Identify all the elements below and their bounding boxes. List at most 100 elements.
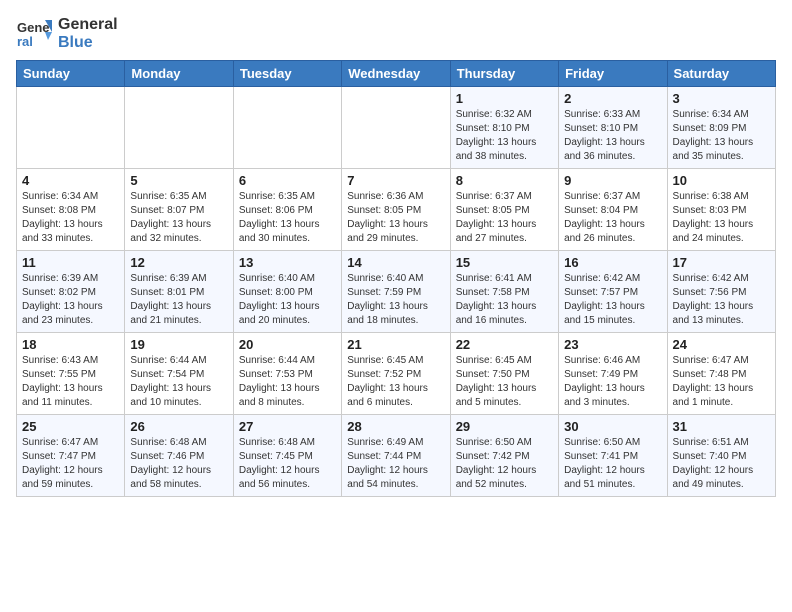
logo-text-general: General (58, 16, 118, 33)
calendar-cell (233, 87, 341, 169)
day-number: 1 (456, 91, 553, 106)
day-number: 14 (347, 255, 444, 270)
day-number: 15 (456, 255, 553, 270)
calendar-cell: 12 Sunrise: 6:39 AM Sunset: 8:01 PM Dayli… (125, 251, 233, 333)
day-number: 13 (239, 255, 336, 270)
day-info: Sunrise: 6:35 AM Sunset: 8:06 PM Dayligh… (239, 190, 336, 246)
day-info: Sunrise: 6:37 AM Sunset: 8:05 PM Dayligh… (456, 190, 553, 246)
day-info: Sunrise: 6:48 AM Sunset: 7:46 PM Dayligh… (130, 436, 227, 492)
day-number: 11 (22, 255, 119, 270)
svg-text:Gene: Gene (17, 20, 50, 35)
day-info: Sunrise: 6:48 AM Sunset: 7:45 PM Dayligh… (239, 436, 336, 492)
logo-svg: Gene ral (16, 16, 52, 52)
days-header-row: SundayMondayTuesdayWednesdayThursdayFrid… (17, 61, 776, 87)
week-row-3: 11 Sunrise: 6:39 AM Sunset: 8:02 PM Dayli… (17, 251, 776, 333)
day-number: 29 (456, 419, 553, 434)
calendar-cell: 20 Sunrise: 6:44 AM Sunset: 7:53 PM Dayli… (233, 333, 341, 415)
day-info: Sunrise: 6:45 AM Sunset: 7:50 PM Dayligh… (456, 354, 553, 410)
day-number: 6 (239, 173, 336, 188)
calendar-cell: 27 Sunrise: 6:48 AM Sunset: 7:45 PM Dayli… (233, 415, 341, 497)
calendar-cell: 4Sunrise: 6:34 AM Sunset: 8:08 PM Daylig… (17, 169, 125, 251)
day-number: 31 (673, 419, 770, 434)
calendar-cell (17, 87, 125, 169)
calendar-cell (342, 87, 450, 169)
day-number: 2 (564, 91, 661, 106)
day-info: Sunrise: 6:50 AM Sunset: 7:42 PM Dayligh… (456, 436, 553, 492)
day-number: 21 (347, 337, 444, 352)
day-number: 22 (456, 337, 553, 352)
day-header-wednesday: Wednesday (342, 61, 450, 87)
logo-text-blue: Blue (58, 34, 93, 51)
day-info: Sunrise: 6:47 AM Sunset: 7:48 PM Dayligh… (673, 354, 770, 410)
calendar-cell: 19 Sunrise: 6:44 AM Sunset: 7:54 PM Dayli… (125, 333, 233, 415)
day-info: Sunrise: 6:43 AM Sunset: 7:55 PM Dayligh… (22, 354, 119, 410)
calendar-cell: 17 Sunrise: 6:42 AM Sunset: 7:56 PM Dayli… (667, 251, 775, 333)
calendar-cell: 31 Sunrise: 6:51 AM Sunset: 7:40 PM Dayli… (667, 415, 775, 497)
day-number: 25 (22, 419, 119, 434)
calendar-cell: 30Sunrise: 6:50 AM Sunset: 7:41 PM Dayli… (559, 415, 667, 497)
day-number: 4 (22, 173, 119, 188)
day-number: 17 (673, 255, 770, 270)
week-row-5: 25 Sunrise: 6:47 AM Sunset: 7:47 PM Dayli… (17, 415, 776, 497)
day-info: Sunrise: 6:35 AM Sunset: 8:07 PM Dayligh… (130, 190, 227, 246)
calendar-cell: 8 Sunrise: 6:37 AM Sunset: 8:05 PM Daylig… (450, 169, 558, 251)
calendar-cell: 6 Sunrise: 6:35 AM Sunset: 8:06 PM Daylig… (233, 169, 341, 251)
day-info: Sunrise: 6:39 AM Sunset: 8:02 PM Dayligh… (22, 272, 119, 328)
calendar-cell: 25 Sunrise: 6:47 AM Sunset: 7:47 PM Dayli… (17, 415, 125, 497)
calendar-cell: 3 Sunrise: 6:34 AM Sunset: 8:09 PM Daylig… (667, 87, 775, 169)
calendar-cell: 21 Sunrise: 6:45 AM Sunset: 7:52 PM Dayli… (342, 333, 450, 415)
calendar-cell: 9 Sunrise: 6:37 AM Sunset: 8:04 PM Daylig… (559, 169, 667, 251)
day-number: 9 (564, 173, 661, 188)
day-number: 7 (347, 173, 444, 188)
day-info: Sunrise: 6:49 AM Sunset: 7:44 PM Dayligh… (347, 436, 444, 492)
day-header-thursday: Thursday (450, 61, 558, 87)
calendar-cell: 29 Sunrise: 6:50 AM Sunset: 7:42 PM Dayli… (450, 415, 558, 497)
calendar-cell: 1 Sunrise: 6:32 AM Sunset: 8:10 PM Daylig… (450, 87, 558, 169)
day-info: Sunrise: 6:40 AM Sunset: 7:59 PM Dayligh… (347, 272, 444, 328)
day-info: Sunrise: 6:45 AM Sunset: 7:52 PM Dayligh… (347, 354, 444, 410)
day-info: Sunrise: 6:32 AM Sunset: 8:10 PM Dayligh… (456, 108, 553, 164)
day-info: Sunrise: 6:44 AM Sunset: 7:54 PM Dayligh… (130, 354, 227, 410)
day-number: 12 (130, 255, 227, 270)
day-number: 27 (239, 419, 336, 434)
day-info: Sunrise: 6:41 AM Sunset: 7:58 PM Dayligh… (456, 272, 553, 328)
calendar-table: SundayMondayTuesdayWednesdayThursdayFrid… (16, 60, 776, 497)
day-info: Sunrise: 6:37 AM Sunset: 8:04 PM Dayligh… (564, 190, 661, 246)
day-header-sunday: Sunday (17, 61, 125, 87)
calendar-cell: 23 Sunrise: 6:46 AM Sunset: 7:49 PM Dayli… (559, 333, 667, 415)
day-number: 23 (564, 337, 661, 352)
day-number: 20 (239, 337, 336, 352)
calendar-cell: 26 Sunrise: 6:48 AM Sunset: 7:46 PM Dayli… (125, 415, 233, 497)
week-row-1: 1 Sunrise: 6:32 AM Sunset: 8:10 PM Daylig… (17, 87, 776, 169)
day-info: Sunrise: 6:51 AM Sunset: 7:40 PM Dayligh… (673, 436, 770, 492)
day-info: Sunrise: 6:46 AM Sunset: 7:49 PM Dayligh… (564, 354, 661, 410)
day-number: 19 (130, 337, 227, 352)
calendar-cell: 16Sunrise: 6:42 AM Sunset: 7:57 PM Dayli… (559, 251, 667, 333)
day-number: 18 (22, 337, 119, 352)
day-info: Sunrise: 6:38 AM Sunset: 8:03 PM Dayligh… (673, 190, 770, 246)
day-number: 8 (456, 173, 553, 188)
week-row-2: 4Sunrise: 6:34 AM Sunset: 8:08 PM Daylig… (17, 169, 776, 251)
day-number: 24 (673, 337, 770, 352)
calendar-cell: 14 Sunrise: 6:40 AM Sunset: 7:59 PM Dayli… (342, 251, 450, 333)
day-number: 28 (347, 419, 444, 434)
day-info: Sunrise: 6:44 AM Sunset: 7:53 PM Dayligh… (239, 354, 336, 410)
calendar-cell: 13Sunrise: 6:40 AM Sunset: 8:00 PM Dayli… (233, 251, 341, 333)
logo: Gene ral General Blue (16, 16, 118, 52)
day-number: 3 (673, 91, 770, 106)
day-header-friday: Friday (559, 61, 667, 87)
day-info: Sunrise: 6:36 AM Sunset: 8:05 PM Dayligh… (347, 190, 444, 246)
day-number: 26 (130, 419, 227, 434)
calendar-cell (125, 87, 233, 169)
day-header-tuesday: Tuesday (233, 61, 341, 87)
day-info: Sunrise: 6:34 AM Sunset: 8:09 PM Dayligh… (673, 108, 770, 164)
day-info: Sunrise: 6:50 AM Sunset: 7:41 PM Dayligh… (564, 436, 661, 492)
calendar-cell: 10Sunrise: 6:38 AM Sunset: 8:03 PM Dayli… (667, 169, 775, 251)
day-info: Sunrise: 6:47 AM Sunset: 7:47 PM Dayligh… (22, 436, 119, 492)
svg-text:ral: ral (17, 34, 33, 49)
day-info: Sunrise: 6:42 AM Sunset: 7:56 PM Dayligh… (673, 272, 770, 328)
day-info: Sunrise: 6:39 AM Sunset: 8:01 PM Dayligh… (130, 272, 227, 328)
week-row-4: 18 Sunrise: 6:43 AM Sunset: 7:55 PM Dayli… (17, 333, 776, 415)
day-number: 16 (564, 255, 661, 270)
day-header-monday: Monday (125, 61, 233, 87)
